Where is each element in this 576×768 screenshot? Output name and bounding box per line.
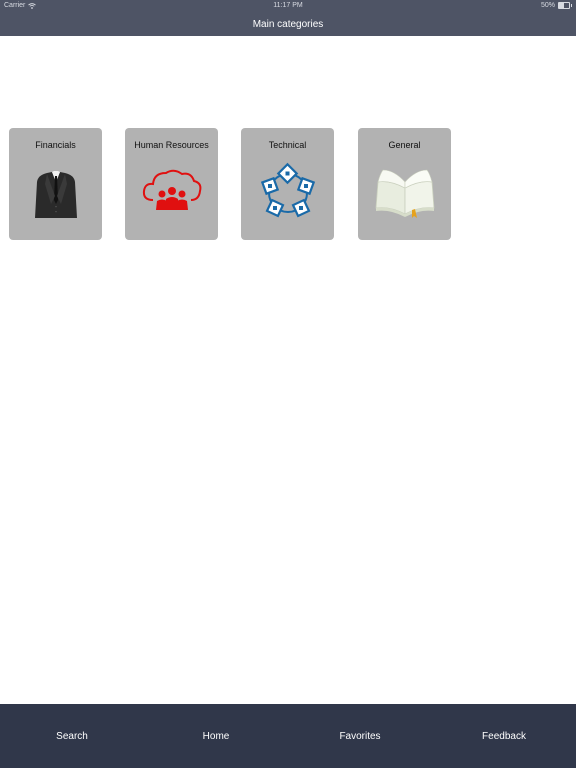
suit-icon	[35, 171, 77, 218]
category-label: Technical	[268, 140, 307, 150]
status-time: 11:17 PM	[273, 2, 303, 9]
category-label: General	[388, 140, 421, 150]
tab-home[interactable]: Home	[144, 704, 288, 768]
navigation-bar: Main categories	[0, 12, 576, 36]
category-tile-general[interactable]: General	[358, 128, 451, 240]
page-title: Main categories	[252, 18, 324, 30]
tab-favorites[interactable]: Favorites	[288, 704, 432, 768]
category-tile-technical[interactable]: Technical	[241, 128, 334, 240]
category-label: Financials	[35, 140, 76, 150]
tab-bar: Search Home Favorites Feedback	[0, 704, 576, 768]
tab-search[interactable]: Search	[0, 704, 144, 768]
network-cycle-icon	[260, 162, 316, 218]
tab-feedback[interactable]: Feedback	[432, 704, 576, 768]
status-bar: Carrier 11:17 PM 50%	[0, 0, 576, 12]
battery-percent: 50%	[540, 2, 555, 9]
category-tile-human-resources[interactable]: Human Resources	[125, 128, 218, 240]
battery-indicator: 50%	[540, 2, 572, 9]
category-tile-financials[interactable]: Financials	[9, 128, 102, 240]
battery-icon	[558, 2, 572, 9]
category-label: Human Resources	[134, 140, 209, 150]
hr-cloud-people-icon	[142, 169, 202, 210]
open-book-icon	[375, 169, 435, 218]
